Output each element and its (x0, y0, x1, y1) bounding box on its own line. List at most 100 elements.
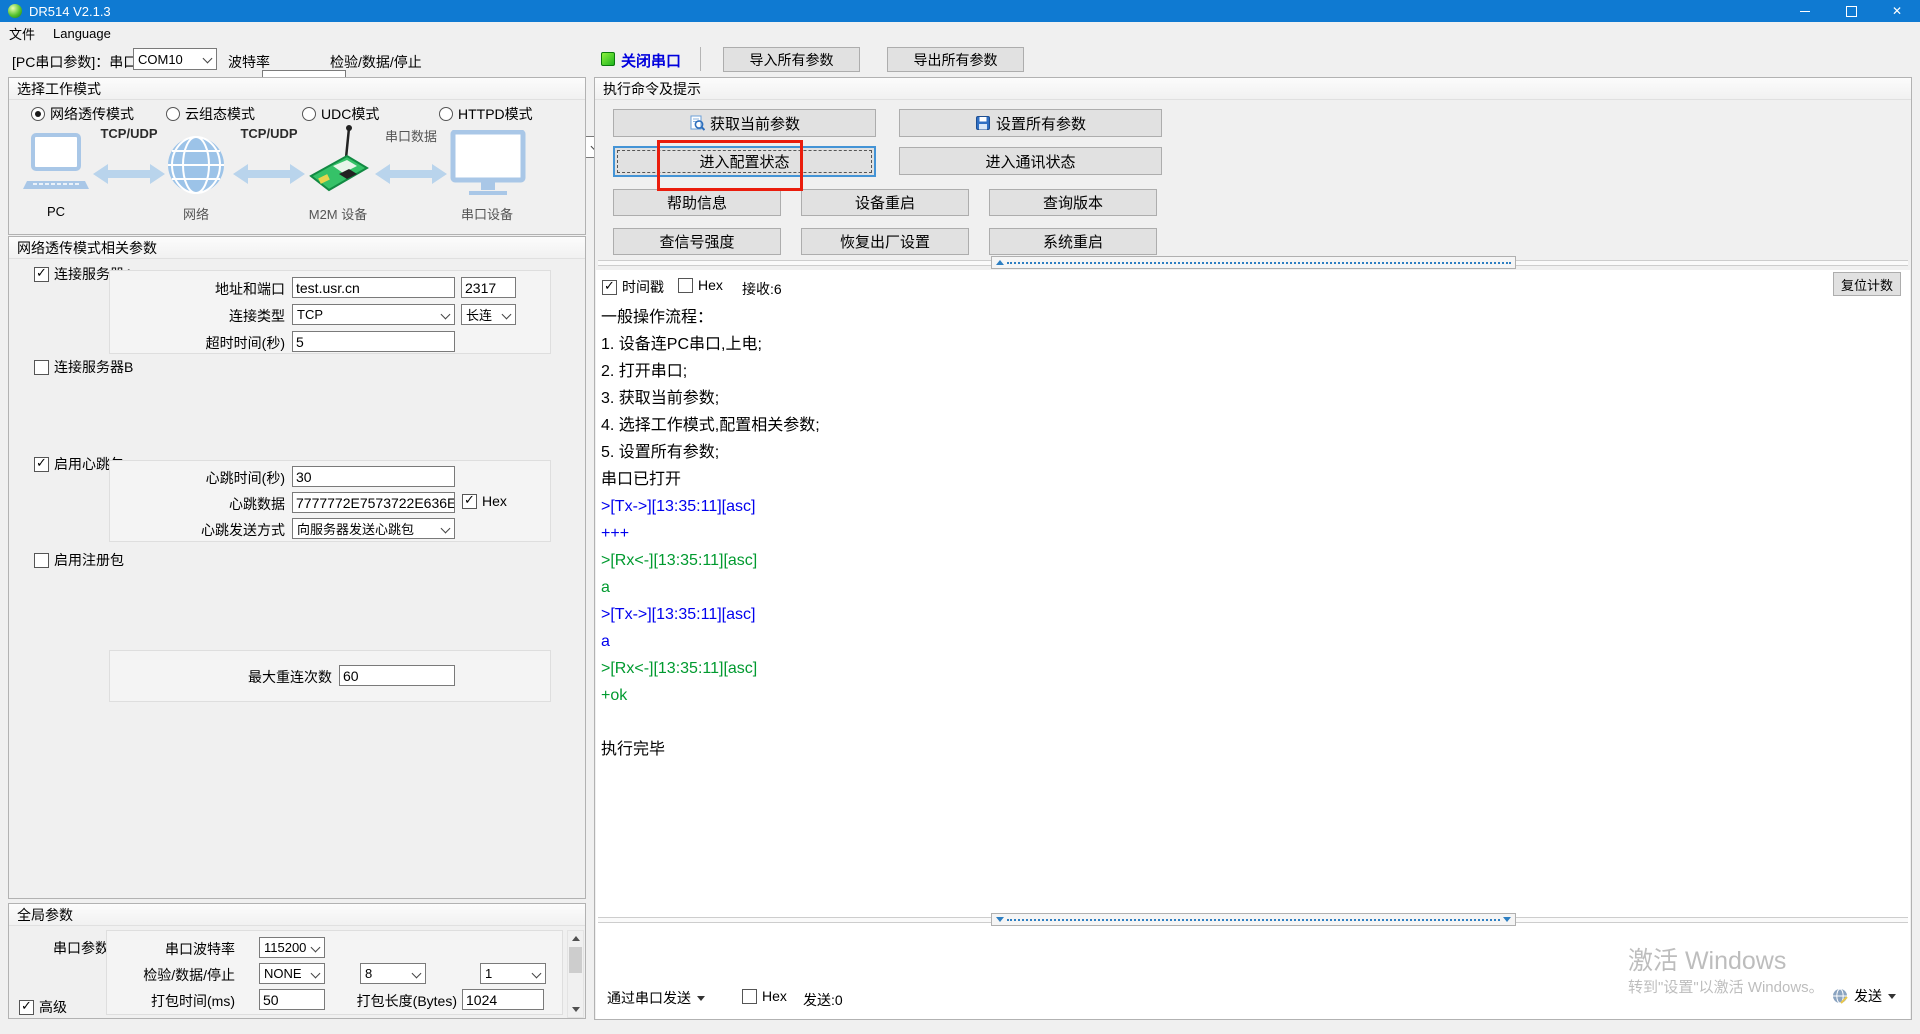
reset-count-button[interactable]: 复位计数 (1833, 272, 1901, 296)
maximize-icon (1846, 6, 1857, 17)
log-hex-checkbox[interactable]: Hex (678, 277, 723, 293)
advanced-checkbox[interactable]: 高级 (19, 997, 67, 1017)
app-logo-icon (8, 4, 22, 18)
reconnect-label: 最大重连次数 (110, 667, 332, 687)
radio-selected-icon (31, 107, 45, 121)
close-button[interactable]: ✕ (1874, 0, 1920, 22)
pack-time-input[interactable]: 50 (259, 989, 325, 1010)
node2-label: 网络 (167, 204, 225, 223)
set-params-button[interactable]: 设置所有参数 (899, 109, 1162, 137)
port-open-indicator-icon (601, 52, 615, 66)
title-bar: DR514 V2.1.3 ✕ (0, 0, 1920, 22)
log-line: +ok (601, 682, 1902, 709)
chevron-down-icon (311, 943, 321, 953)
menu-language[interactable]: Language (44, 26, 120, 41)
activate-windows-watermark: 激活 Windows (1628, 941, 1786, 977)
checkbox-icon (34, 553, 49, 568)
command-header: 执行命令及提示 (595, 78, 1911, 100)
pack-len-input[interactable]: 1024 (462, 989, 544, 1010)
com-port-label: [PC串口参数]：串口号 (12, 52, 151, 72)
send-mode-dropdown[interactable]: 通过串口发送 (607, 988, 705, 1008)
g-stopbits-select[interactable]: 1 (480, 963, 546, 984)
log-line: 3. 获取当前参数; (601, 385, 1902, 412)
send-button[interactable]: 发送 (1832, 986, 1896, 1006)
menu-bar: 文件 Language (0, 22, 1920, 44)
chevron-down-icon (441, 524, 451, 534)
chevron-down-icon (697, 996, 705, 1001)
minimize-icon (1800, 11, 1810, 12)
scrollbar-thumb[interactable] (569, 947, 582, 973)
arrow-icon (375, 164, 447, 184)
global-scrollbar[interactable] (567, 930, 584, 1018)
mode-option-transparent[interactable]: 网络透传模式 (31, 104, 134, 124)
conn-mode-select[interactable]: 长连 (461, 304, 516, 325)
log-line: 2. 打开串口; (601, 358, 1902, 385)
close-port-button[interactable]: 关闭串口 (621, 50, 681, 71)
node4-label: 串口设备 (445, 204, 529, 223)
help-button[interactable]: 帮助信息 (613, 189, 781, 216)
g-parity-select[interactable]: NONE (259, 963, 325, 984)
server-port-input[interactable]: 2317 (461, 277, 516, 298)
g-baud-label: 串口波特率 (107, 939, 235, 959)
register-checkbox[interactable]: 启用注册包 (34, 550, 124, 570)
hb-mode-select[interactable]: 向服务器发送心跳包 (292, 518, 455, 539)
scroll-up-icon[interactable] (568, 931, 583, 946)
query-version-button[interactable]: 查询版本 (989, 189, 1157, 216)
chevron-down-icon (441, 310, 451, 320)
bottom-splitter-handle[interactable] (991, 913, 1516, 926)
import-params-button[interactable]: 导入所有参数 (723, 47, 860, 72)
node3-label: M2M 设备 (291, 204, 385, 223)
hb-hex-checkbox[interactable]: Hex (462, 493, 507, 509)
arrow-icon (93, 164, 165, 184)
server-b-checkbox[interactable]: 连接服务器B (34, 357, 133, 377)
export-params-button[interactable]: 导出所有参数 (887, 47, 1024, 72)
conn-type-select[interactable]: TCP (292, 304, 455, 325)
conn-type-label: 连接类型 (110, 306, 285, 326)
log-line: 1. 设备连PC串口,上电; (601, 331, 1902, 358)
device-restart-button[interactable]: 设备重启 (801, 189, 969, 216)
send-hex-checkbox[interactable]: Hex (742, 988, 787, 1004)
log-panel: 时间戳 Hex 接收:6 复位计数 一般操作流程：1. 设备连PC串口,上电;2… (596, 270, 1910, 932)
reconnect-input[interactable]: 60 (339, 665, 455, 686)
maximize-button[interactable] (1828, 0, 1874, 22)
mode-option-cloud[interactable]: 云组态模式 (166, 104, 255, 124)
serial-device-monitor-icon (449, 130, 527, 198)
timeout-label: 超时时间(秒) (110, 333, 285, 353)
timeout-input[interactable]: 5 (292, 331, 455, 352)
hb-data-input[interactable]: 7777772E7573722E636E (292, 492, 455, 513)
g-baud-select[interactable]: 115200 (259, 937, 325, 958)
g-databits-select[interactable]: 8 (360, 963, 426, 984)
link3-label: 串口数据 (375, 126, 447, 145)
scroll-down-icon[interactable] (568, 1002, 583, 1017)
minimize-button[interactable] (1782, 0, 1828, 22)
timestamp-checkbox[interactable]: 时间戳 (602, 277, 664, 297)
splitter-dots (1007, 262, 1511, 264)
log-line: 执行完毕 (601, 736, 1902, 763)
command-group: 执行命令及提示 获取当前参数 设置所有参数 进入配置状态 进入通讯状态 (594, 77, 1912, 1020)
signal-strength-button[interactable]: 查信号强度 (613, 228, 781, 255)
hb-time-input[interactable]: 30 (292, 466, 455, 487)
pack-len-label: 打包长度(Bytes) (347, 991, 457, 1011)
get-params-button[interactable]: 获取当前参数 (613, 109, 876, 137)
factory-reset-button[interactable]: 恢复出厂设置 (801, 228, 969, 255)
enter-config-button[interactable]: 进入配置状态 (613, 146, 876, 177)
serial-params-panel: 串口波特率 115200 检验/数据/停止 NONE 8 1 打包时间(ms) … (106, 930, 563, 1015)
system-restart-button[interactable]: 系统重启 (989, 228, 1157, 255)
top-splitter-handle[interactable] (991, 256, 1516, 269)
global-params-group: 全局参数 串口参数 串口波特率 115200 检验/数据/停止 NONE 8 1… (8, 903, 586, 1019)
window-controls: ✕ (1782, 0, 1920, 22)
checkbox-checked-icon (19, 1000, 34, 1015)
log-line: >[Tx->][13:35:11][asc] (601, 493, 1902, 520)
serial-log[interactable]: 一般操作流程：1. 设备连PC串口,上电;2. 打开串口;3. 获取当前参数;4… (601, 304, 1902, 763)
mode-option-udc[interactable]: UDC模式 (302, 104, 379, 124)
activate-windows-watermark-sub: 转到"设置"以激活 Windows。 (1628, 976, 1824, 997)
enter-comm-button[interactable]: 进入通讯状态 (899, 147, 1162, 175)
global-params-header: 全局参数 (9, 904, 585, 926)
com-port-select[interactable]: COM10 (133, 48, 217, 70)
checkbox-checked-icon (462, 494, 477, 509)
toolbar-separator (700, 47, 701, 71)
menu-file[interactable]: 文件 (0, 24, 44, 43)
mode-option-httpd[interactable]: HTTPD模式 (439, 104, 533, 124)
splitter-arrow-icon (996, 260, 1004, 265)
server-addr-input[interactable]: test.usr.cn (292, 277, 455, 298)
